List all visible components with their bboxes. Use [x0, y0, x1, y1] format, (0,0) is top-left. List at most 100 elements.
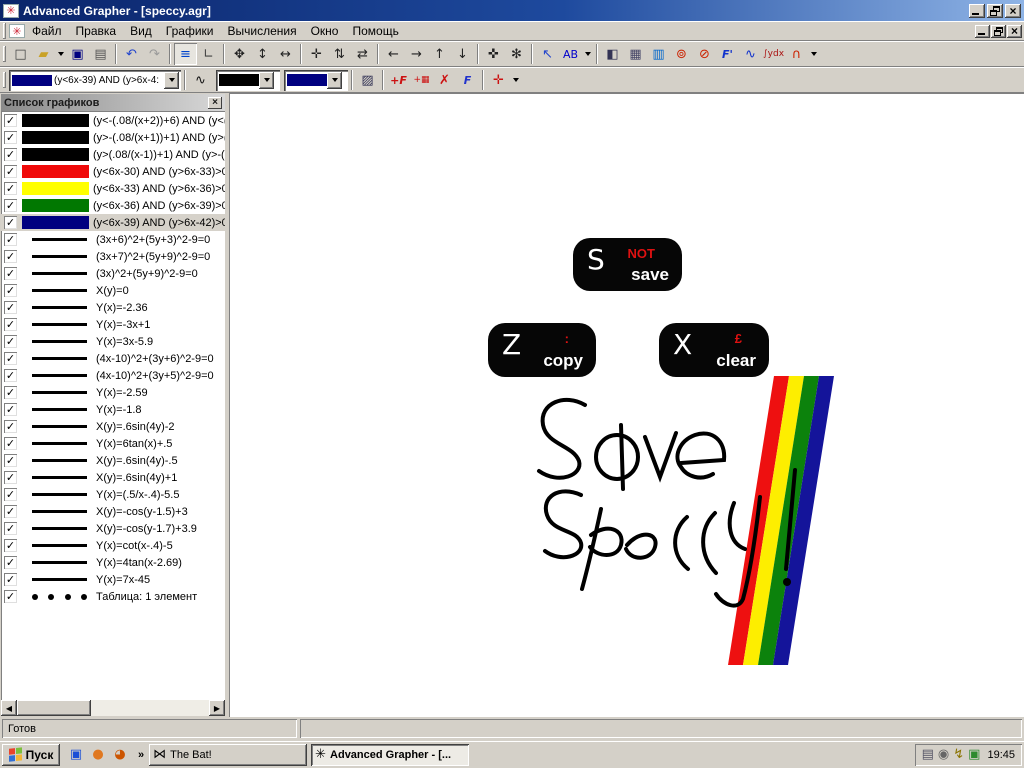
zoom-in-x-button[interactable]: ⇄: [351, 43, 374, 65]
show-desktop-icon[interactable]: ▣: [67, 746, 85, 764]
graph-list-item[interactable]: ✓Y(x)=(.5/x-.4)-5.5: [1, 486, 225, 503]
graph-visibility-checkbox[interactable]: ✓: [4, 386, 17, 399]
graph-list-item[interactable]: ✓X(y)=.6sin(4y)+1: [1, 469, 225, 486]
graph-list-item[interactable]: ✓Y(x)=6tan(x)+.5: [1, 435, 225, 452]
mdi-minimize-button[interactable]: [975, 25, 990, 38]
menu-item[interactable]: Вид: [123, 22, 159, 40]
mdi-restore-button[interactable]: [991, 25, 1006, 38]
close-button[interactable]: ×: [1005, 4, 1021, 18]
toolbar-grip[interactable]: [3, 23, 6, 39]
chevron-icon[interactable]: »: [136, 749, 146, 761]
graph-visibility-checkbox[interactable]: ✓: [4, 233, 17, 246]
firefox-icon[interactable]: ●: [89, 746, 107, 764]
dropdown-arrow-icon[interactable]: [582, 43, 593, 65]
save-button[interactable]: ▣: [66, 43, 89, 65]
panel-close-icon[interactable]: ×: [208, 97, 222, 109]
document-icon[interactable]: ✳: [9, 24, 25, 38]
graph-list-item[interactable]: ✓Таблица: 1 элемент: [1, 588, 225, 605]
task-button[interactable]: ⋈The Bat!: [149, 744, 307, 766]
dropdown-arrow-icon[interactable]: [164, 72, 179, 89]
new-file-button[interactable]: □: [9, 43, 32, 65]
line-color-combo[interactable]: [216, 70, 280, 91]
graph-list-item[interactable]: ✓(y<-(.08/(x+2))+6) AND (y<(: [1, 112, 225, 129]
graph-list-item[interactable]: ✓Y(x)=cot(x-.4)-5: [1, 537, 225, 554]
graph-visibility-checkbox[interactable]: ✓: [4, 352, 17, 365]
input-language-icon[interactable]: ▤: [922, 747, 934, 762]
graph-visibility-checkbox[interactable]: ✓: [4, 131, 17, 144]
graph-visibility-checkbox[interactable]: ✓: [4, 539, 17, 552]
graph-visibility-checkbox[interactable]: ✓: [4, 471, 17, 484]
opera-icon[interactable]: ◕: [111, 746, 129, 764]
zoom-out-y-button[interactable]: ↕: [251, 43, 274, 65]
graph-visibility-checkbox[interactable]: ✓: [4, 505, 17, 518]
graph-visibility-checkbox[interactable]: ✓: [4, 522, 17, 535]
add-graph-button[interactable]: +F: [387, 69, 410, 91]
device-status-icon[interactable]: ▣: [968, 747, 980, 762]
graph-select-combo[interactable]: (y<6x-39) AND (y>6x-4:: [9, 70, 181, 91]
open-file-button[interactable]: ▰: [32, 43, 55, 65]
graph-visibility-checkbox[interactable]: ✓: [4, 335, 17, 348]
zoom-in-xy-button[interactable]: ✛: [305, 43, 328, 65]
toolbar-grip[interactable]: [3, 72, 6, 88]
graph-list-item[interactable]: ✓X(y)=.6sin(4y)-.5: [1, 452, 225, 469]
move-right-button[interactable]: →: [405, 43, 428, 65]
graph-list-item[interactable]: ✓Y(x)=-3x+1: [1, 316, 225, 333]
graph-visibility-checkbox[interactable]: ✓: [4, 369, 17, 382]
graph-list-item[interactable]: ✓(y<6x-39) AND (y>6x-42)>0: [1, 214, 225, 231]
graph-list-item[interactable]: ✓Y(x)=4tan(x-2.69): [1, 554, 225, 571]
menu-item[interactable]: Графики: [159, 22, 221, 40]
edit-graph-button[interactable]: F: [456, 69, 479, 91]
graph-list-item[interactable]: ✓(3x)^2+(5y+9)^2-9=0: [1, 265, 225, 282]
graph-list-item[interactable]: ✓(4x-10)^2+(3y+5)^2-9=0: [1, 367, 225, 384]
start-button[interactable]: Пуск: [2, 744, 60, 766]
scroll-left-icon[interactable]: ◀: [1, 700, 17, 716]
line-style-button[interactable]: ∿: [189, 69, 212, 91]
default-scale-button[interactable]: ✜: [482, 43, 505, 65]
table-button[interactable]: ▥: [647, 43, 670, 65]
graph-visibility-checkbox[interactable]: ✓: [4, 250, 17, 263]
distribution-button[interactable]: ∩: [785, 43, 808, 65]
trace-mode-button[interactable]: ✛: [487, 69, 510, 91]
graph-visibility-checkbox[interactable]: ✓: [4, 488, 17, 501]
graph-list-item[interactable]: ✓Y(x)=7x-45: [1, 571, 225, 588]
graph-list-item[interactable]: ✓(3x+6)^2+(5y+3)^2-9=0: [1, 231, 225, 248]
graph-visibility-checkbox[interactable]: ✓: [4, 182, 17, 195]
graph-list-item[interactable]: ✓(3x+7)^2+(5y+9)^2-9=0: [1, 248, 225, 265]
graph-visibility-checkbox[interactable]: ✓: [4, 165, 17, 178]
graph-properties-button[interactable]: ▨: [356, 69, 379, 91]
menu-item[interactable]: Файл: [25, 22, 69, 40]
trace-coordinates-button[interactable]: ↖: [536, 43, 559, 65]
graph-visibility-checkbox[interactable]: ✓: [4, 403, 17, 416]
title-bar[interactable]: ✳ Advanced Grapher - [speccy.agr] ×: [0, 0, 1024, 21]
menu-item[interactable]: Окно: [304, 22, 346, 40]
graph-list-item[interactable]: ✓Y(x)=3x-5.9: [1, 333, 225, 350]
restore-button[interactable]: [987, 4, 1003, 18]
scrollbar-thumb[interactable]: [17, 700, 91, 716]
graph-list-item[interactable]: ✓(y<6x-33) AND (y>6x-36)>0: [1, 180, 225, 197]
graph-list-item[interactable]: ✓X(y)=.6sin(4y)-2: [1, 418, 225, 435]
graph-list-item[interactable]: ✓(4x-10)^2+(3y+6)^2-9=0: [1, 350, 225, 367]
fit-scale-button[interactable]: ✻: [505, 43, 528, 65]
axes-button[interactable]: ∟: [197, 43, 220, 65]
dropdown-arrow-icon[interactable]: [808, 43, 819, 65]
graph-list-item[interactable]: ✓(y<6x-36) AND (y>6x-39)>0: [1, 197, 225, 214]
graph-visibility-checkbox[interactable]: ✓: [4, 148, 17, 161]
zoom-out-x-button[interactable]: ↔: [274, 43, 297, 65]
graph-visibility-checkbox[interactable]: ✓: [4, 216, 17, 229]
hardware-unplug-icon[interactable]: ↯: [953, 747, 964, 762]
graph-visibility-checkbox[interactable]: ✓: [4, 454, 17, 467]
graph-list-item[interactable]: ✓X(y)=0: [1, 282, 225, 299]
graph-visibility-checkbox[interactable]: ✓: [4, 199, 17, 212]
calculator-button[interactable]: ▦: [624, 43, 647, 65]
graph-list-item[interactable]: ✓X(y)=-cos(y-1.5)+3: [1, 503, 225, 520]
graph-canvas[interactable]: S NOT save Z : copy X £ clear: [229, 93, 1024, 717]
graph-visibility-checkbox[interactable]: ✓: [4, 590, 17, 603]
task-button[interactable]: ✳Advanced Grapher - [...: [311, 744, 469, 766]
graph-list-item[interactable]: ✓Y(x)=-2.59: [1, 384, 225, 401]
graph-list-item[interactable]: ✓X(y)=-cos(y-1.7)+3.9: [1, 520, 225, 537]
mouse-settings-icon[interactable]: ◉: [938, 747, 949, 762]
integral-button[interactable]: ∫ydx: [762, 43, 785, 65]
undo-button[interactable]: ↶: [120, 43, 143, 65]
horizontal-scrollbar[interactable]: ◀ ▶: [1, 700, 225, 716]
menu-item[interactable]: Помощь: [345, 22, 405, 40]
